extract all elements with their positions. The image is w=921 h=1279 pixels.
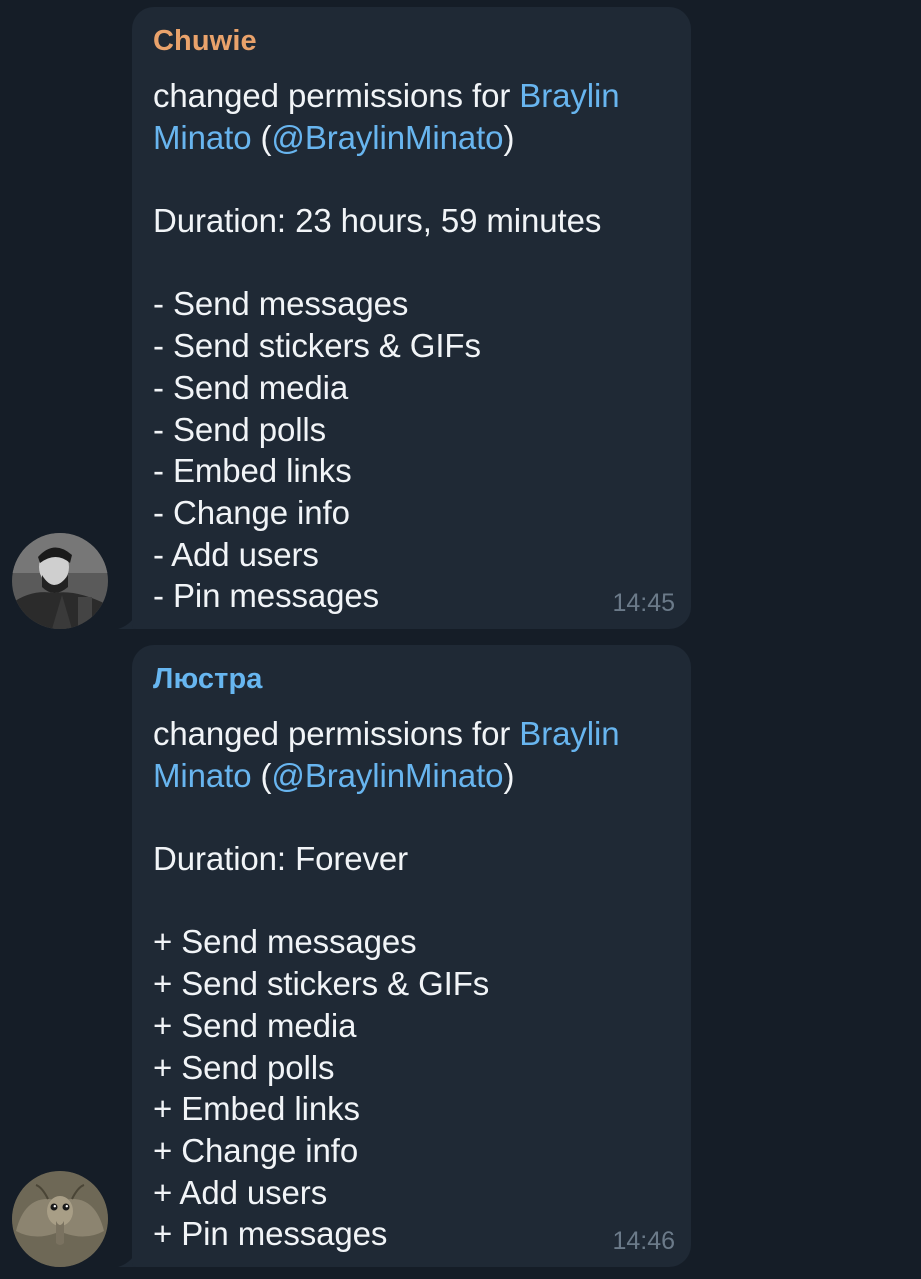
permission-item: + Change info <box>153 1131 359 1169</box>
permission-item: + Add users <box>153 1173 328 1211</box>
user-mention-link[interactable]: Braylin <box>519 77 619 114</box>
duration-text: Duration: Forever <box>153 840 409 878</box>
permission-item: - Change info <box>153 493 350 531</box>
permission-item: + Send polls <box>153 1048 335 1086</box>
username-link[interactable]: @BraylinMinato <box>271 119 503 156</box>
paren-open: ( <box>251 118 272 156</box>
paren-open: ( <box>251 756 272 794</box>
user-photo-avatar[interactable] <box>12 533 108 629</box>
permission-item: - Send messages <box>153 285 409 323</box>
message-text: changed permissions for Braylin Minato (… <box>153 713 671 1255</box>
message-item: Люстра changed permissions for Braylin M… <box>0 645 921 1267</box>
message-text: changed permissions for Braylin Minato (… <box>153 75 671 617</box>
permission-item: - Embed links <box>153 452 352 490</box>
permission-item: + Send media <box>153 1006 357 1044</box>
sender-name[interactable]: Люстра <box>153 663 671 695</box>
paren-close: ) <box>503 756 515 794</box>
permission-item: + Send messages <box>153 923 417 961</box>
user-mention-link[interactable]: Braylin <box>519 715 619 752</box>
permission-item: + Embed links <box>153 1090 360 1128</box>
message-bubble[interactable]: Chuwie changed permissions for Braylin M… <box>132 7 691 629</box>
duration-text: Duration: 23 hours, 59 minutes <box>153 202 602 240</box>
permission-item: + Pin messages <box>153 1215 388 1253</box>
permission-item: - Send media <box>153 368 349 406</box>
user-mention-link[interactable]: Minato <box>153 757 252 794</box>
username-link[interactable]: @BraylinMinato <box>271 757 503 794</box>
user-mention-link[interactable]: Minato <box>153 119 252 156</box>
permission-item: - Send polls <box>153 410 327 448</box>
moth-photo-avatar[interactable] <box>12 1171 108 1267</box>
action-text: changed permissions for <box>153 715 520 752</box>
message-time: 14:46 <box>612 1227 675 1255</box>
permission-item: - Pin messages <box>153 577 380 615</box>
sender-name[interactable]: Chuwie <box>153 25 671 57</box>
message-time: 14:45 <box>612 589 675 617</box>
permission-item: + Send stickers & GIFs <box>153 965 490 1003</box>
permission-item: - Add users <box>153 535 319 573</box>
message-item: Chuwie changed permissions for Braylin M… <box>0 7 921 629</box>
chat-history: Chuwie changed permissions for Braylin M… <box>0 0 921 1279</box>
permission-item: - Send stickers & GIFs <box>153 327 481 365</box>
action-text: changed permissions for <box>153 77 520 114</box>
paren-close: ) <box>503 118 515 156</box>
message-bubble[interactable]: Люстра changed permissions for Braylin M… <box>132 645 691 1267</box>
